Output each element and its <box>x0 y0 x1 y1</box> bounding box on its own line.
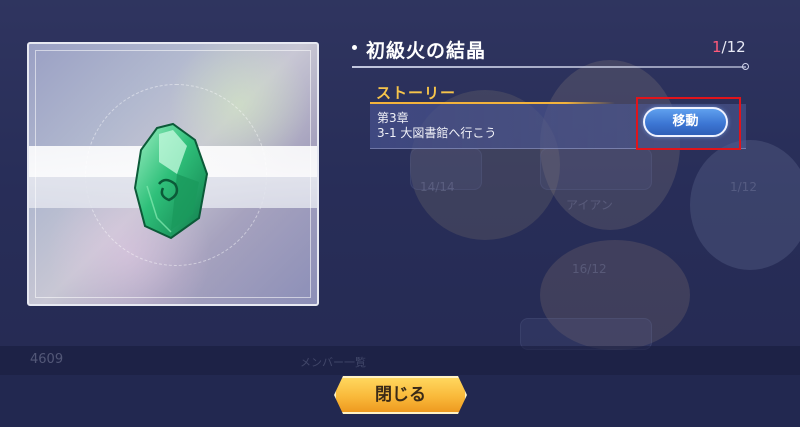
item-count: 1/12 <box>712 38 746 56</box>
close-button[interactable]: 閉じる <box>334 376 467 414</box>
source-category-underline <box>370 102 615 104</box>
source-stage: 3-1 大図書館へ行こう <box>377 126 497 140</box>
source-category: ストーリー <box>376 84 457 102</box>
highlight-box <box>636 97 741 150</box>
title-divider-end <box>742 63 749 70</box>
item-count-total: /12 <box>721 38 746 56</box>
item-image-panel <box>27 42 319 306</box>
item-name: 初級火の結晶 <box>366 40 487 62</box>
item-count-current: 1 <box>712 38 722 56</box>
title-divider <box>352 66 746 68</box>
title-bullet <box>352 45 357 50</box>
green-crystal-icon <box>133 122 209 240</box>
